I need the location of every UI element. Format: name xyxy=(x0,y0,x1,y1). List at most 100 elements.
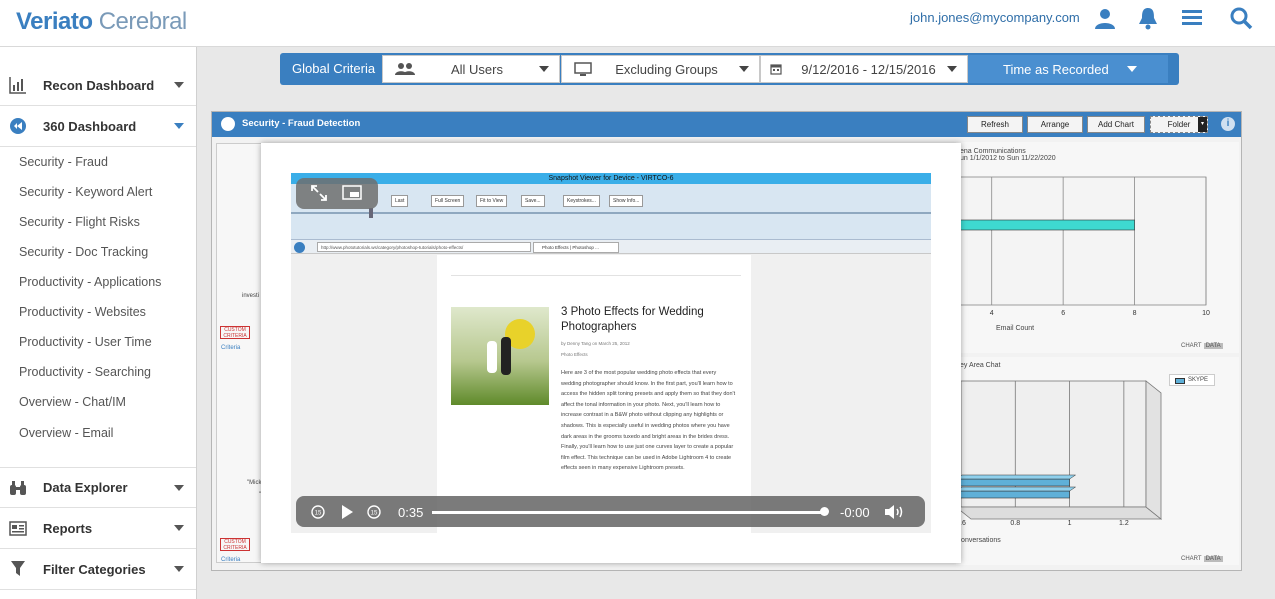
full-screen-button[interactable]: Full Screen xyxy=(431,195,465,207)
nav-recon-dashboard[interactable]: Recon Dashboard xyxy=(0,65,196,106)
users-dropdown[interactable]: All Users xyxy=(382,55,560,83)
add-chart-button[interactable]: Add Chart xyxy=(1087,116,1145,133)
sub-item-security-keyword-alert[interactable]: Security - Keyword Alert xyxy=(0,177,196,207)
article-category[interactable]: Photo Effects xyxy=(561,352,588,357)
seek-thumb[interactable] xyxy=(820,507,830,516)
refresh-button[interactable]: Refresh xyxy=(967,116,1023,133)
sub-item-productivity-searching[interactable]: Productivity - Searching xyxy=(0,357,196,387)
top-header: Veriato Cerebral john.jones@mycompany.co… xyxy=(0,0,1275,47)
seek-bar[interactable] xyxy=(432,511,828,514)
nav-reports[interactable]: Reports xyxy=(0,508,196,549)
x-tick-label: 1 xyxy=(1068,520,1072,527)
plot-area xyxy=(956,176,1207,306)
article-title[interactable]: 3 Photo Effects for Wedding Photographer… xyxy=(561,305,731,335)
logo-brand: Veriato xyxy=(16,8,93,35)
recon-dashboard-icon xyxy=(8,75,28,95)
360-dashboard-icon xyxy=(8,116,28,136)
save-button[interactable]: Save... xyxy=(521,195,545,207)
time-mode-value: Time as Recorded xyxy=(1003,61,1109,77)
nav-data-explorer[interactable]: Data Explorer xyxy=(0,467,196,508)
email-chart-plot: 4 6 8 10 xyxy=(956,176,1210,317)
chevron-down-icon[interactable] xyxy=(174,566,184,572)
x-tick-label: 6 xyxy=(1061,310,1065,317)
chevron-down-icon[interactable] xyxy=(174,123,184,129)
search-icon[interactable] xyxy=(1229,6,1253,30)
sub-item-overview-chat[interactable]: Overview - Chat/IM xyxy=(0,387,196,417)
picture-in-picture-icon[interactable] xyxy=(342,185,362,206)
dashboard-sub-list: Security - Fraud Security - Keyword Aler… xyxy=(0,147,196,449)
forward-15-icon[interactable]: 15 xyxy=(366,504,382,525)
criteria-link[interactable]: Criteria xyxy=(221,345,240,351)
panel-title: Security - Fraud Detection xyxy=(242,118,361,129)
sub-item-productivity-websites[interactable]: Productivity - Websites xyxy=(0,297,196,327)
chevron-down-icon[interactable] xyxy=(174,484,184,491)
svg-text:15: 15 xyxy=(315,511,322,517)
data-tab[interactable]: DATA xyxy=(1203,556,1223,562)
criteria-link[interactable]: Criteria xyxy=(221,557,240,563)
users-icon xyxy=(395,62,415,76)
viewer-overlay-controls xyxy=(296,178,378,209)
app-logo[interactable]: Veriato Cerebral xyxy=(16,8,187,36)
folder-value: Folder xyxy=(1167,120,1191,129)
volume-icon[interactable] xyxy=(884,504,906,525)
sub-item-productivity-applications[interactable]: Productivity - Applications xyxy=(0,267,196,297)
folder-select[interactable]: Folder ▾ xyxy=(1150,116,1208,133)
chevron-down-icon[interactable] xyxy=(174,82,184,88)
global-criteria-label: Global Criteria xyxy=(292,61,376,76)
nav-360-dashboard[interactable]: 360 Dashboard xyxy=(0,106,196,147)
show-info-button[interactable]: Show Info... xyxy=(609,195,644,207)
browser-tab[interactable]: Photo Effects | Photoshop ... xyxy=(533,242,619,253)
user-email[interactable]: john.jones@mycompany.com xyxy=(910,10,1080,25)
nav-filter-categories[interactable]: Filter Categories xyxy=(0,549,196,590)
date-range-picker[interactable]: 9/12/2016 - 12/15/2016 xyxy=(760,55,968,83)
custom-criteria-badge[interactable]: CUSTOM CRITERIA xyxy=(220,326,250,339)
last-button[interactable]: Last xyxy=(391,195,409,207)
widget-text: investi xyxy=(242,293,260,299)
x-tick-label: 0.8 xyxy=(1010,520,1020,527)
sub-item-productivity-user-time[interactable]: Productivity - User Time xyxy=(0,327,196,357)
bell-icon[interactable] xyxy=(1137,6,1161,30)
play-icon[interactable] xyxy=(340,504,354,525)
bar xyxy=(956,478,1070,487)
time-remaining: -0:00 xyxy=(840,505,870,520)
sub-item-security-flight-risks[interactable]: Security - Flight Risks xyxy=(0,207,196,237)
back-icon[interactable] xyxy=(294,242,305,253)
nav-label: 360 Dashboard xyxy=(43,118,137,134)
timeline-handle[interactable] xyxy=(369,208,373,218)
global-criteria-bar: Global Criteria All Users Excluding Grou… xyxy=(280,53,1179,85)
viewer-toolbar: Last Full Screen Fit to View Save... Key… xyxy=(291,184,931,240)
sub-item-security-doc-tracking[interactable]: Security - Doc Tracking xyxy=(0,237,196,267)
x-tick-label: 1.2 xyxy=(1119,520,1129,527)
timeline-track[interactable] xyxy=(291,212,931,214)
info-icon[interactable]: i xyxy=(1221,117,1235,131)
divider xyxy=(451,275,741,276)
menu-icon[interactable] xyxy=(1181,6,1205,30)
sub-item-overview-email[interactable]: Overview - Email xyxy=(0,417,196,449)
time-mode-dropdown[interactable]: Time as Recorded xyxy=(968,55,1168,83)
fit-to-view-button[interactable]: Fit to View xyxy=(476,195,508,207)
chart-floor xyxy=(956,506,1163,520)
groups-value: Excluding Groups xyxy=(615,61,718,77)
chevron-down-icon[interactable] xyxy=(174,525,184,531)
bride-shape xyxy=(487,341,497,373)
url-field[interactable]: http://www.phototutorials.ws/category/ph… xyxy=(317,242,531,252)
groups-dropdown[interactable]: Excluding Groups xyxy=(561,55,760,83)
browser-bar: http://www.phototutorials.ws/category/ph… xyxy=(291,240,931,254)
chevron-down-icon: ▾ xyxy=(1198,117,1207,132)
expand-icon[interactable] xyxy=(310,184,328,207)
user-icon[interactable] xyxy=(1093,6,1117,30)
custom-criteria-badge[interactable]: CUSTOM CRITERIA xyxy=(220,538,250,551)
arrange-button[interactable]: Arrange xyxy=(1027,116,1083,133)
sub-item-security-fraud[interactable]: Security - Fraud xyxy=(0,147,196,177)
bar xyxy=(956,219,1135,231)
time-elapsed: 0:35 xyxy=(398,505,424,520)
data-tab[interactable]: DATA xyxy=(1203,343,1223,349)
chart-tab[interactable]: CHART xyxy=(1179,343,1204,349)
x-axis-label: Email Count xyxy=(996,325,1035,332)
monitor-icon xyxy=(574,62,594,76)
chart-tab[interactable]: CHART xyxy=(1179,556,1204,562)
rewind-15-icon[interactable]: 15 xyxy=(310,504,326,525)
keystrokes-button[interactable]: Keystrokes... xyxy=(563,195,600,207)
nav-label: Filter Categories xyxy=(43,561,146,577)
chart-tabs: CHART DATA xyxy=(1179,556,1233,565)
